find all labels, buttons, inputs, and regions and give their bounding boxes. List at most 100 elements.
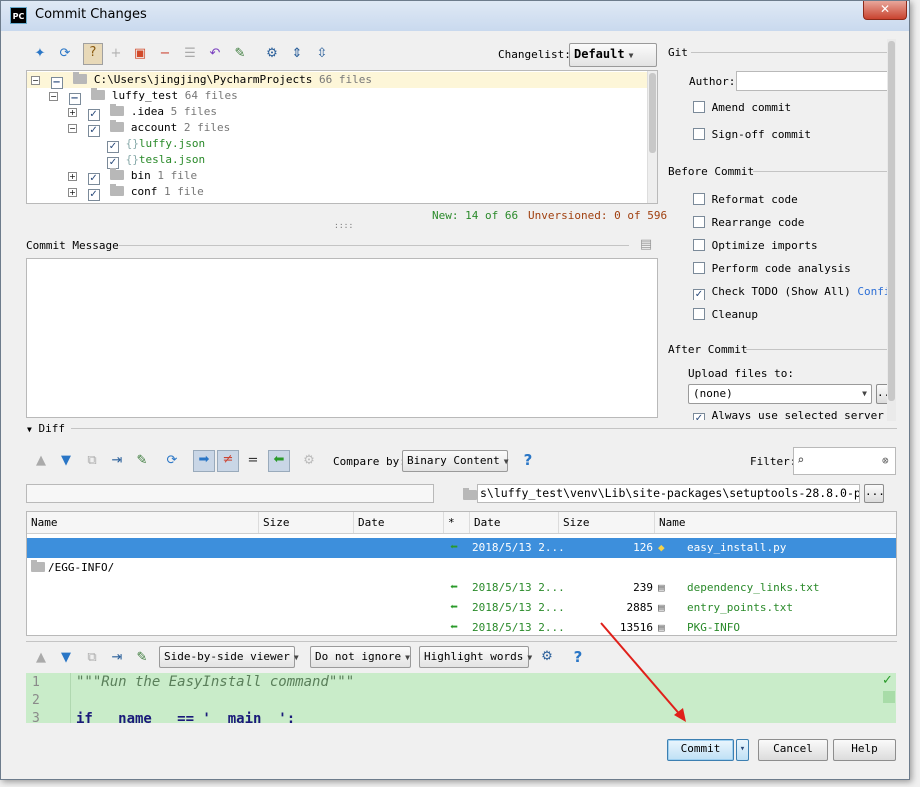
help-button[interactable]: Help — [833, 739, 896, 761]
row-checkbox[interactable]: ✓ — [87, 125, 100, 137]
commit-button[interactable]: Commit — [667, 739, 734, 761]
column-header-name[interactable]: Name — [27, 512, 259, 533]
column-header-status[interactable]: * — [444, 512, 470, 533]
show-new-icon[interactable]: ⬅ — [268, 450, 290, 472]
jump-to-source-icon[interactable]: ⇥ — [108, 452, 126, 470]
options-scrollbar[interactable] — [887, 39, 896, 421]
settings-gear-icon[interactable]: ⚙ — [538, 648, 556, 666]
show-equal-arrow-icon[interactable]: ➡ — [193, 450, 215, 472]
viewer-mode-select[interactable]: Side-by-side viewer ▼ — [159, 646, 299, 668]
sync-icon[interactable]: ⚙ — [300, 452, 318, 470]
gear-icon[interactable]: ⚙ — [263, 45, 281, 63]
reformat-checkbox[interactable] — [693, 193, 705, 205]
path-browse-button[interactable]: ... — [864, 484, 885, 503]
row-checkbox[interactable]: ✓ — [87, 189, 100, 201]
column-header-date[interactable]: Date — [470, 512, 559, 533]
diff-section-toggle[interactable]: ▼ Diff — [27, 422, 65, 435]
expand-icon[interactable]: + — [68, 188, 77, 197]
edit-source-icon[interactable]: ✎ — [231, 45, 249, 63]
show-diff-icon[interactable]: ? — [83, 43, 103, 65]
help-icon[interactable]: ? — [519, 451, 537, 469]
optimize-imports-option[interactable]: Optimize imports — [693, 238, 818, 254]
code-analysis-option[interactable]: Perform code analysis — [693, 261, 851, 277]
todo-checkbox[interactable]: ✓ — [693, 289, 705, 300]
edit-icon[interactable]: ✎ — [133, 649, 151, 667]
author-input[interactable] — [736, 71, 894, 91]
compare-files-icon[interactable]: ⧉ — [83, 452, 101, 470]
always-use-checkbox[interactable]: ✓ — [693, 413, 705, 420]
tree-scrollbar[interactable] — [647, 71, 657, 203]
expand-icon[interactable]: + — [68, 172, 77, 181]
scroll-thumb[interactable] — [649, 73, 656, 153]
add-icon[interactable]: + — [107, 45, 125, 63]
scroll-thumb[interactable] — [888, 41, 895, 401]
prev-difference-icon[interactable]: ▲ — [32, 452, 50, 470]
refresh-icon[interactable]: ⟳ — [56, 45, 74, 63]
signoff-commit-option[interactable]: Sign-off commit — [693, 127, 811, 143]
table-row[interactable]: /EGG-INFO/ — [27, 558, 896, 578]
column-header-size[interactable]: Size — [559, 512, 655, 533]
remove-icon[interactable]: − — [156, 45, 174, 63]
help-icon[interactable]: ? — [569, 648, 587, 666]
analysis-checkbox[interactable] — [693, 262, 705, 274]
next-difference-icon[interactable]: ▼ — [57, 649, 75, 667]
check-todo-option[interactable]: ✓ Check TODO (Show All) Configure — [693, 284, 889, 300]
show-different-icon[interactable]: ≠ — [217, 450, 239, 472]
next-difference-icon[interactable]: ▼ — [57, 452, 75, 470]
commit-message-input[interactable] — [26, 258, 658, 418]
collapse-icon[interactable]: − — [31, 76, 40, 85]
amend-commit-option[interactable]: Amend commit — [693, 100, 791, 116]
refresh-icon[interactable]: ⟳ — [163, 452, 181, 470]
new-changelist-icon[interactable]: ▣ — [131, 45, 149, 63]
column-header-size[interactable]: Size — [259, 512, 354, 533]
rearrange-checkbox[interactable] — [693, 216, 705, 228]
splitter-handle[interactable]: :::: — [334, 221, 353, 230]
cancel-button[interactable]: Cancel — [758, 739, 828, 761]
commit-options-dropdown[interactable]: ▾ — [736, 739, 749, 761]
tree-root-row[interactable]: − − C:\Users\jingjing\PycharmProjects 66… — [27, 72, 657, 89]
optimize-checkbox[interactable] — [693, 239, 705, 251]
highlight-mode-select[interactable]: Highlight words ▼ — [419, 646, 532, 668]
diff-code-viewer[interactable]: 1 """Run the EasyInstall command""" 2 3 … — [26, 673, 896, 723]
ignore-mode-select[interactable]: Do not ignore ▼ — [310, 646, 411, 668]
compare-by-select[interactable]: Binary Content ▼ — [402, 450, 509, 472]
tree-row-account[interactable]: − ✓ account 2 files — [68, 120, 230, 137]
table-row[interactable]: ⬅ 2018/5/13 2... 2885 ▤ entry_points.txt — [27, 598, 896, 618]
group-icon[interactable]: ☰ — [181, 45, 199, 63]
tree-row-bin[interactable]: + ✓ bin 1 file — [68, 168, 197, 185]
always-use-option[interactable]: ✓ Always use selected server — [693, 409, 884, 420]
left-path-field[interactable] — [26, 484, 434, 503]
amend-checkbox[interactable] — [693, 101, 705, 113]
compare-icon[interactable]: ⧉ — [83, 649, 101, 667]
collapse-icon[interactable]: − — [68, 124, 77, 133]
table-row[interactable]: ⬅ 2018/5/13 2... 126 ◆ easy_install.py — [27, 538, 896, 558]
rearrange-option[interactable]: Rearrange code — [693, 215, 804, 231]
configure-link[interactable]: Configure — [857, 285, 889, 298]
table-row[interactable]: ⬅ 2018/5/13 2... 239 ▤ dependency_links.… — [27, 578, 896, 598]
changelist-select[interactable]: Default ▼ — [569, 43, 657, 67]
collapse-all-icon[interactable]: ⇳ — [313, 45, 331, 63]
upload-server-select[interactable]: (none) ▼ — [688, 384, 872, 404]
cleanup-checkbox[interactable] — [693, 308, 705, 320]
tree-row-luffy-test[interactable]: − − luffy_test 64 files — [49, 88, 238, 105]
signoff-checkbox[interactable] — [693, 128, 705, 140]
expand-all-icon[interactable]: ⇕ — [288, 45, 306, 63]
tree-row-luffy-json[interactable]: ✓ {}luffy.json — [107, 136, 205, 153]
edit-icon[interactable]: ✎ — [133, 452, 151, 470]
filter-input[interactable]: ⌕ ⊗ — [793, 447, 896, 475]
rollback-icon[interactable]: ↶ — [206, 45, 224, 63]
table-row[interactable]: ⬅ 2018/5/13 2... 13516 ▤ PKG-INFO — [27, 618, 896, 635]
show-equal-icon[interactable]: = — [244, 452, 262, 470]
clear-icon[interactable]: ⊗ — [882, 454, 889, 467]
expand-icon[interactable]: + — [68, 108, 77, 117]
close-button[interactable]: ✕ — [863, 1, 907, 20]
jump-to-source-icon[interactable]: ⇥ — [108, 649, 126, 667]
move-to-icon[interactable]: ✦ — [31, 45, 49, 63]
prev-difference-icon[interactable]: ▲ — [32, 649, 50, 667]
tree-row-idea[interactable]: + ✓ .idea 5 files — [68, 104, 217, 121]
column-header-date[interactable]: Date — [354, 512, 444, 533]
tree-row-tesla-json[interactable]: ✓ {}tesla.json — [107, 152, 205, 169]
cleanup-option[interactable]: Cleanup — [693, 307, 758, 323]
column-header-name[interactable]: Name — [655, 512, 885, 533]
right-path-field[interactable]: s\luffy_test\venv\Lib\site-packages\setu… — [477, 484, 860, 503]
